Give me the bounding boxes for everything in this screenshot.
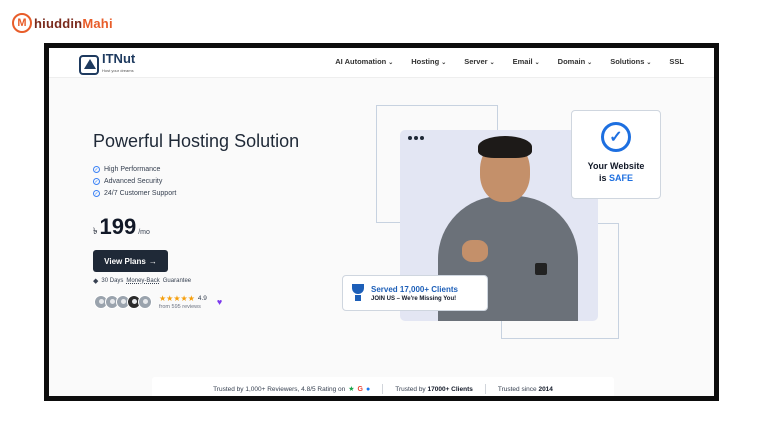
feature-item: ✓ High Performance (93, 166, 161, 173)
price-currency: ৳ (93, 226, 98, 236)
chevron-down-icon: ⌄ (534, 60, 540, 66)
facebook-icon: ● (365, 385, 371, 393)
safe-word: SAFE (609, 173, 634, 183)
chevron-down-icon: ⌄ (489, 60, 495, 66)
check-circle-icon: ✓ (601, 122, 631, 152)
main-menu: AI Automation ⌄ Hosting ⌄ Server ⌄ Email ⌄ D… (335, 57, 684, 66)
nav-solutions[interactable]: Solutions ⌄ (610, 57, 651, 66)
check-icon: ✓ (93, 178, 100, 185)
check-icon: ✓ (93, 190, 100, 197)
price-amount: 199 (99, 214, 137, 239)
nav-email[interactable]: Email ⌄ (513, 57, 540, 66)
nav-ai-automation[interactable]: AI Automation ⌄ (335, 57, 393, 66)
divider (484, 384, 486, 394)
navbar: ITNut Host your dreams AI Automation ⌄ Ho… (49, 48, 714, 78)
money-back-guarantee: ◆ 30 Days Money-Back Guarantee (93, 278, 192, 285)
avatar (138, 295, 152, 309)
nav-domain[interactable]: Domain ⌄ (558, 57, 593, 66)
arrow-right-icon: → (148, 256, 157, 266)
feature-item: ✓ Advanced Security (93, 178, 163, 185)
chevron-down-icon: ⌄ (587, 60, 593, 66)
person-hair (478, 136, 532, 158)
rating-score: 4.9 (197, 295, 207, 302)
trust-reviewers: Trusted by 1,000+ Reviewers, 4.8/5 Ratin… (213, 385, 371, 394)
feature-list: ✓ High Performance ✓ Advanced Security ✓ 24… (93, 166, 176, 202)
trustpilot-star-icon: ★ (348, 386, 355, 393)
watermark-logo: M hiuddinMahi (12, 13, 113, 33)
served-subtitle: JOIN US – We're Missing You! (371, 295, 457, 302)
logo-tagline: Host your dreams (102, 68, 134, 73)
logo-text: ITNut Host your dreams (102, 51, 136, 77)
money-back-link[interactable]: Money-Back (126, 278, 159, 284)
watermark-text: hiuddinMahi (34, 16, 113, 31)
watermark-icon: M (12, 13, 32, 33)
chevron-down-icon: ⌄ (441, 60, 447, 66)
hero-headline: Powerful Hosting Solution (93, 131, 300, 151)
trust-bar: Trusted by 1,000+ Reviewers, 4.8/5 Ratin… (152, 377, 614, 396)
trust-since: Trusted since 2014 (497, 385, 553, 393)
google-icon: G (357, 385, 363, 393)
nav-server[interactable]: Server ⌄ (464, 57, 494, 66)
chevron-down-icon: ⌄ (646, 60, 652, 66)
check-icon: ✓ (93, 166, 100, 173)
rating-stars: ★★★★★ 4.9 (159, 294, 207, 303)
price: ৳ 199 /mo (93, 214, 150, 240)
person-hand (462, 240, 488, 262)
window-dots-icon (408, 136, 424, 140)
review-count: from 595 reviews (159, 304, 201, 310)
logo-name: ITNut (102, 51, 136, 66)
nav-hosting[interactable]: Hosting ⌄ (411, 57, 446, 66)
watermark-suffix: Mahi (82, 15, 113, 31)
chevron-down-icon: ⌄ (388, 60, 394, 66)
served-title: Served 17,000+ Clients (371, 284, 458, 294)
safe-line2: is SAFE (598, 173, 634, 183)
website-safe-card: ✓ Your Website is SAFE (571, 110, 661, 199)
rating-block: ★★★★★ 4.9 from 595 reviews (159, 294, 207, 310)
watch-icon (535, 263, 547, 275)
heart-icon: ♥ (216, 297, 223, 307)
logo-icon (79, 55, 99, 75)
price-period: /mo (138, 229, 150, 236)
star-icons: ★★★★★ (159, 294, 195, 303)
feature-item: ✓ 24/7 Customer Support (93, 190, 177, 197)
shield-icon: ◆ (93, 278, 99, 285)
served-text: Served 17,000+ Clients JOIN US – We're M… (371, 285, 458, 302)
browser-frame: ITNut Host your dreams AI Automation ⌄ Ho… (44, 43, 719, 401)
served-clients-card: Served 17,000+ Clients JOIN US – We're M… (342, 275, 488, 311)
view-plans-button[interactable]: View Plans → (93, 250, 168, 272)
nav-ssl[interactable]: SSL (669, 57, 684, 66)
view-plans-label: View Plans (104, 256, 146, 266)
reviews-summary: ★★★★★ 4.9 from 595 reviews ♥ (94, 294, 222, 310)
trophy-icon (351, 284, 365, 302)
trust-clients: Trusted by 17000+ Clients (395, 385, 473, 393)
divider (382, 384, 384, 394)
review-platform-icons: ★ G ● (348, 385, 371, 394)
site-logo[interactable]: ITNut Host your dreams (79, 51, 136, 77)
watermark-prefix: hiuddin (34, 15, 83, 31)
safe-title: Your Website (587, 161, 645, 171)
reviewer-avatars (94, 295, 152, 309)
